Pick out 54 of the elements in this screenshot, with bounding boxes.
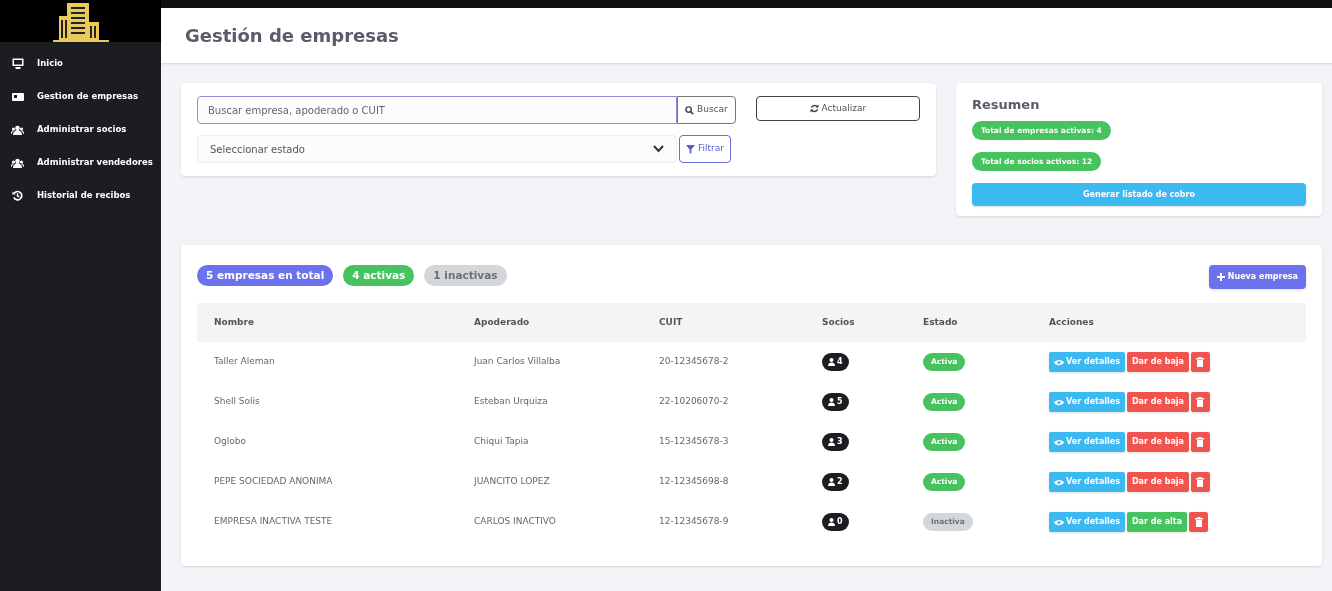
deactivate-button[interactable]: Dar de baja: [1126, 392, 1189, 412]
activate-button[interactable]: Dar de alta: [1126, 512, 1188, 532]
count-badge: 1 inactivas: [424, 265, 507, 286]
new-company-button[interactable]: Nueva empresa: [1208, 265, 1306, 289]
sidebar-item[interactable]: Gestion de empresas: [0, 80, 161, 113]
members-badge: 5: [822, 393, 849, 411]
table-cell: Juan Carlos Villalba: [474, 355, 561, 369]
table-cell: CARLOS INACTIVO: [474, 515, 556, 529]
sidebar-item[interactable]: Administrar vendedores: [0, 146, 161, 179]
column-header: Estado: [923, 315, 958, 329]
table-cell: Taller Aleman: [214, 355, 275, 369]
table-cell: 15-12345678-3: [659, 435, 729, 449]
table-cell: JUANCITO LOPEZ: [474, 475, 550, 489]
members-badge: 2: [822, 473, 849, 491]
details-button[interactable]: Ver detalles: [1049, 512, 1125, 532]
sidebar-item[interactable]: Historial de recibos: [0, 179, 161, 212]
deactivate-button[interactable]: Dar de baja: [1126, 472, 1189, 492]
table-cell: 12-12345698-8: [659, 475, 729, 489]
details-button[interactable]: Ver detalles: [1049, 432, 1125, 452]
details-button[interactable]: Ver detalles: [1049, 472, 1125, 492]
table-cell: 12-12345678-9: [659, 515, 729, 529]
filter-button[interactable]: Filtrar: [679, 135, 731, 163]
search-button[interactable]: Buscar: [677, 96, 736, 124]
status-select[interactable]: Seleccionar estado: [197, 135, 677, 163]
column-header: CUIT: [659, 315, 683, 329]
count-badge: 5 empresas en total: [197, 265, 334, 286]
page-title: Gestión de empresas: [185, 24, 399, 48]
summary-title: Resumen: [972, 96, 1041, 114]
column-header: Nombre: [214, 315, 255, 329]
deactivate-button[interactable]: Dar de baja: [1126, 432, 1189, 452]
column-header: Apoderado: [474, 315, 530, 329]
members-badge: 0: [822, 513, 849, 531]
table-cell: 20-12345678-2: [659, 355, 729, 369]
table-cell: PEPE SOCIEDAD ANONIMA: [214, 475, 333, 489]
details-button[interactable]: Ver detalles: [1049, 392, 1125, 412]
column-header: Socios: [822, 315, 855, 329]
table-cell: Oglobo: [214, 435, 247, 449]
sidebar-item[interactable]: Administrar socios: [0, 113, 161, 146]
members-badge: 4: [822, 353, 849, 371]
generate-list-button[interactable]: Generar listado de cobro: [972, 183, 1306, 206]
select-placeholder: Seleccionar estado: [210, 142, 305, 157]
sidebar-item[interactable]: Inicio: [0, 47, 161, 80]
details-button[interactable]: Ver detalles: [1049, 352, 1125, 372]
count-badge: 4 activas: [343, 265, 415, 286]
members-badge: 3: [822, 433, 849, 451]
table-cell: Shell Solis: [214, 395, 260, 409]
search-field[interactable]: Buscar empresa, apoderado o CUIT: [197, 96, 677, 124]
table-cell: EMPRESA INACTIVA TESTE: [214, 515, 333, 529]
deactivate-button[interactable]: Dar de baja: [1126, 352, 1189, 372]
refresh-button[interactable]: Actualizar: [755, 96, 920, 121]
table-cell: Chiqui Tapia: [474, 435, 529, 449]
column-header: Acciones: [1049, 315, 1094, 329]
table-cell: Esteban Urquiza: [474, 395, 548, 409]
table-cell: 22-10206070-2: [659, 395, 729, 409]
